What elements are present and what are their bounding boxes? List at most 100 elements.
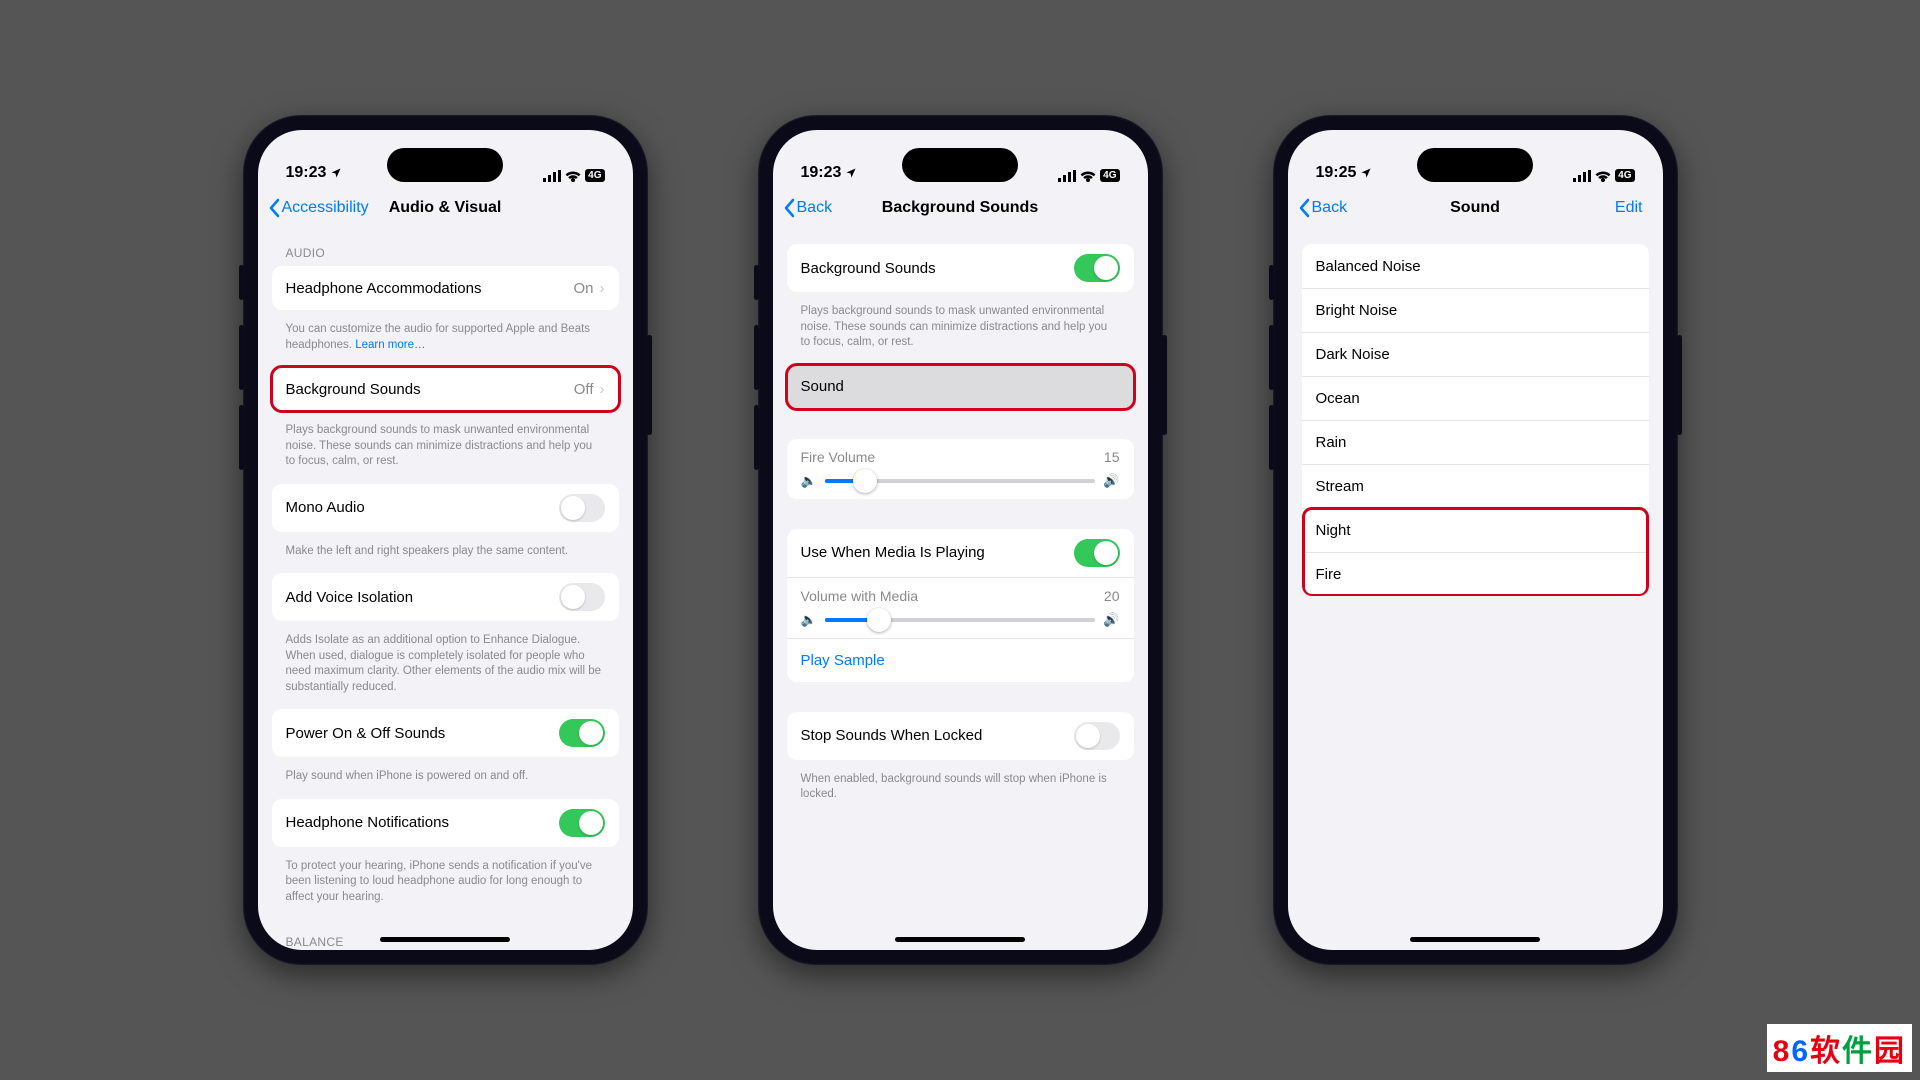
toggle-headphone-notifications[interactable] bbox=[559, 809, 605, 837]
edit-button[interactable]: Edit bbox=[1615, 199, 1657, 217]
list-item-label: Dark Noise bbox=[1316, 346, 1635, 363]
nav-bar: Back Background Sounds bbox=[773, 186, 1148, 230]
list-item-label: Bright Noise bbox=[1316, 302, 1635, 319]
toggle-stop-when-locked[interactable] bbox=[1074, 722, 1120, 750]
speaker-low-icon: 🔈 bbox=[801, 473, 817, 489]
footer-note: Adds Isolate as an additional option to … bbox=[272, 627, 619, 709]
list-item[interactable]: Balanced Noise bbox=[1302, 244, 1649, 288]
nav-title: Background Sounds bbox=[882, 199, 1038, 217]
status-time: 19:23 bbox=[801, 164, 842, 182]
row-volume-with-media[interactable]: Volume with Media 20 🔈 🔊 bbox=[787, 577, 1134, 638]
row-label: Use When Media Is Playing bbox=[801, 544, 1074, 561]
row-background-sounds[interactable]: Background Sounds Off › bbox=[272, 367, 619, 411]
wifi-icon bbox=[1595, 170, 1611, 182]
row-use-when-media[interactable]: Use When Media Is Playing bbox=[787, 529, 1134, 577]
row-background-sounds-group: Background Sounds Off › bbox=[272, 367, 619, 411]
footer-note: Plays background sounds to mask unwanted… bbox=[787, 298, 1134, 365]
volume-slider[interactable] bbox=[825, 479, 1096, 483]
slider-value: 20 bbox=[1104, 588, 1120, 604]
list-item[interactable]: Fire bbox=[1302, 552, 1649, 596]
row-power-sounds[interactable]: Power On & Off Sounds bbox=[272, 709, 619, 757]
row-label: Mono Audio bbox=[286, 499, 559, 516]
list-item[interactable]: Rain bbox=[1302, 420, 1649, 464]
media-volume-slider[interactable] bbox=[825, 618, 1096, 622]
network-badge: 4G bbox=[1615, 169, 1634, 182]
home-indicator[interactable] bbox=[895, 937, 1025, 942]
row-label: Background Sounds bbox=[286, 381, 574, 398]
row-fire-volume[interactable]: Fire Volume 15 🔈 🔊 bbox=[787, 439, 1134, 499]
back-label: Back bbox=[1312, 199, 1348, 217]
footer-note: To protect your hearing, iPhone sends a … bbox=[272, 853, 619, 920]
phone-2: 19:23 4G Back Background Sounds Backgrou… bbox=[758, 115, 1163, 965]
nav-title: Sound bbox=[1450, 199, 1500, 217]
toggle-use-when-media[interactable] bbox=[1074, 539, 1120, 567]
nav-bar: Back Sound Edit bbox=[1288, 186, 1663, 230]
footer-note: When enabled, background sounds will sto… bbox=[787, 766, 1134, 817]
location-icon bbox=[330, 167, 342, 179]
cellular-icon bbox=[1573, 170, 1591, 182]
section-header-balance: BALANCE bbox=[272, 919, 619, 950]
footer-note: You can customize the audio for supporte… bbox=[272, 316, 619, 367]
toggle-power-sounds[interactable] bbox=[559, 719, 605, 747]
home-indicator[interactable] bbox=[380, 937, 510, 942]
row-label: Add Voice Isolation bbox=[286, 589, 559, 606]
row-label: Background Sounds bbox=[801, 260, 1074, 277]
row-headphone-accommodations[interactable]: Headphone Accommodations On › bbox=[272, 266, 619, 310]
cellular-icon bbox=[1058, 170, 1076, 182]
list-item[interactable]: Dark Noise bbox=[1302, 332, 1649, 376]
list-item-label: Rain bbox=[1316, 434, 1635, 451]
list-item[interactable]: Ocean bbox=[1302, 376, 1649, 420]
back-label: Accessibility bbox=[282, 199, 369, 217]
chevron-right-icon: › bbox=[600, 280, 605, 297]
row-mono-audio[interactable]: Mono Audio bbox=[272, 484, 619, 532]
row-background-sounds-toggle[interactable]: Background Sounds bbox=[787, 244, 1134, 292]
nav-title: Audio & Visual bbox=[389, 199, 502, 217]
row-sound[interactable]: Sound bbox=[787, 365, 1134, 409]
row-sound-group: Sound bbox=[787, 365, 1134, 409]
row-stop-when-locked[interactable]: Stop Sounds When Locked bbox=[787, 712, 1134, 760]
row-headphone-notifications[interactable]: Headphone Notifications bbox=[272, 799, 619, 847]
back-label: Back bbox=[797, 199, 833, 217]
phone-3: 19:25 4G Back Sound Edit Balanced NoiseB… bbox=[1273, 115, 1678, 965]
list-item-label: Stream bbox=[1316, 478, 1635, 495]
home-indicator[interactable] bbox=[1410, 937, 1540, 942]
status-time: 19:25 bbox=[1316, 164, 1357, 182]
slider-label: Volume with Media bbox=[801, 588, 919, 604]
dynamic-island bbox=[902, 148, 1018, 182]
learn-more-link[interactable]: Learn more… bbox=[355, 339, 425, 351]
nav-bar: Accessibility Audio & Visual bbox=[258, 186, 633, 230]
row-label: Headphone Accommodations bbox=[286, 280, 574, 297]
dynamic-island bbox=[1417, 148, 1533, 182]
wifi-icon bbox=[1080, 170, 1096, 182]
list-item[interactable]: Bright Noise bbox=[1302, 288, 1649, 332]
list-item[interactable]: Stream bbox=[1302, 464, 1649, 508]
watermark: 86软件园 bbox=[1767, 1024, 1912, 1072]
status-time: 19:23 bbox=[286, 164, 327, 182]
toggle-mono-audio[interactable] bbox=[559, 494, 605, 522]
row-voice-isolation[interactable]: Add Voice Isolation bbox=[272, 573, 619, 621]
list-item-label: Ocean bbox=[1316, 390, 1635, 407]
dynamic-island bbox=[387, 148, 503, 182]
row-play-sample[interactable]: Play Sample bbox=[787, 638, 1134, 682]
phone-1: 19:23 4G Accessibility Audio & Visual AU… bbox=[243, 115, 648, 965]
toggle-background-sounds[interactable] bbox=[1074, 254, 1120, 282]
row-label: Headphone Notifications bbox=[286, 814, 559, 831]
back-button[interactable]: Back bbox=[779, 198, 833, 218]
sound-list: Balanced Noise Bright Noise Dark Noise Ocea… bbox=[1302, 244, 1649, 596]
back-button[interactable]: Back bbox=[1294, 198, 1348, 218]
network-badge: 4G bbox=[585, 169, 604, 182]
location-icon bbox=[845, 167, 857, 179]
list-item-label: Balanced Noise bbox=[1316, 258, 1635, 275]
list-item[interactable]: Night bbox=[1302, 508, 1649, 552]
slider-label: Fire Volume bbox=[801, 449, 876, 465]
toggle-voice-isolation[interactable] bbox=[559, 583, 605, 611]
slider-value: 15 bbox=[1104, 449, 1120, 465]
list-item-label: Fire bbox=[1316, 566, 1635, 583]
speaker-low-icon: 🔈 bbox=[801, 612, 817, 628]
list-item-label: Night bbox=[1316, 522, 1635, 539]
back-button[interactable]: Accessibility bbox=[264, 198, 369, 218]
footer-note: Play sound when iPhone is powered on and… bbox=[272, 763, 619, 799]
section-header-audio: AUDIO bbox=[272, 230, 619, 266]
row-label: Stop Sounds When Locked bbox=[801, 727, 1074, 744]
wifi-icon bbox=[565, 170, 581, 182]
